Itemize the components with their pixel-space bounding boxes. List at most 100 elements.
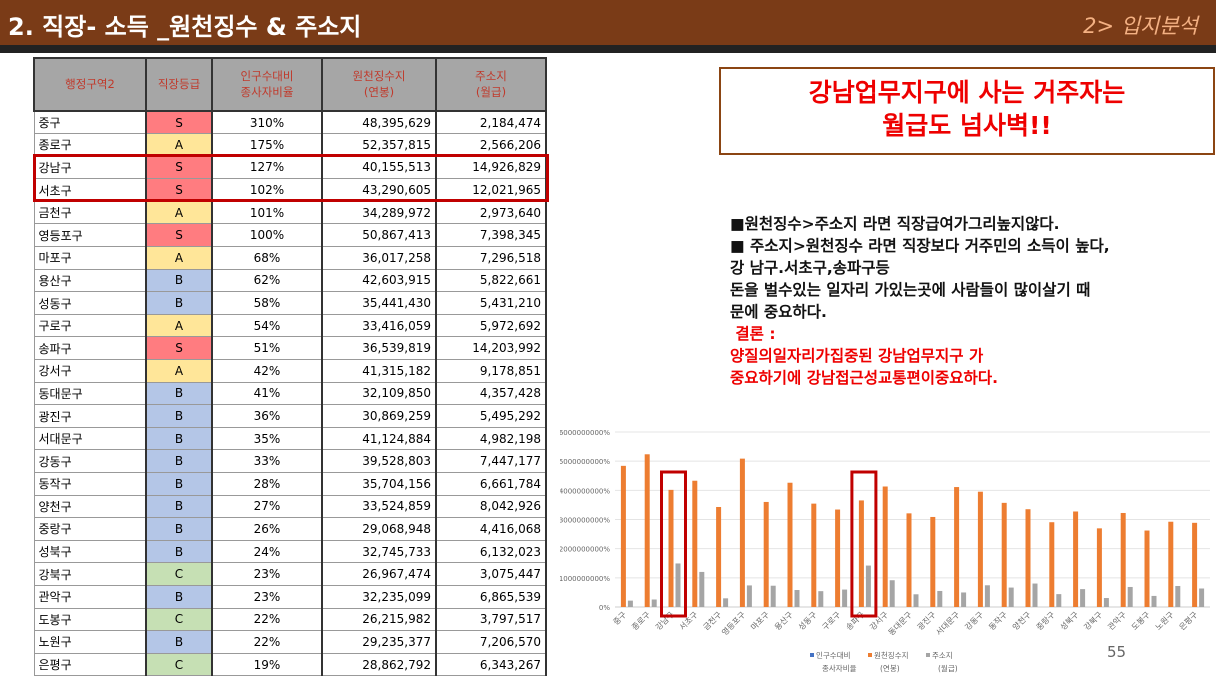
note-line: ■ 주소지>원천징수 라면 직장보다 거주민의 소득이 높다,	[730, 237, 1110, 255]
grade-cell: B	[145, 517, 213, 541]
grade-cell: B	[145, 291, 213, 315]
bar-address	[1175, 585, 1181, 607]
x-tick-label: 서대문구	[934, 610, 961, 637]
table-row: 동작구 B 28% 35,704,156 6,661,784	[33, 472, 547, 496]
bar-withholding	[858, 500, 864, 607]
note-line: 문에 중요하다.	[730, 303, 827, 321]
ratio-cell: 26%	[211, 517, 323, 541]
header-divider	[0, 45, 1216, 53]
x-tick-label: 구로구	[821, 610, 843, 632]
bar-address	[818, 591, 824, 607]
ratio-cell: 22%	[211, 607, 323, 632]
ratio-cell: 41%	[211, 381, 323, 406]
grade-cell: A	[145, 133, 213, 157]
callout-line-2: 월급도 넘사벽!!	[882, 110, 1052, 140]
x-tick-label: 중구	[612, 610, 629, 627]
table-row: 광진구 B 36% 30,869,259 5,495,292	[33, 404, 547, 428]
address-cell: 2,566,206	[435, 133, 547, 157]
x-tick-label: 도봉구	[1130, 610, 1152, 632]
district-cell: 중구	[33, 110, 147, 135]
x-tick-label: 동대문구	[887, 610, 914, 637]
bar-address	[794, 590, 800, 607]
bar-address	[889, 580, 895, 607]
x-tick-label: 종로구	[630, 610, 652, 632]
bar-address	[1008, 587, 1014, 607]
table-row: 구로구 A 54% 33,416,059 5,972,692	[33, 313, 547, 338]
address-cell: 8,042,926	[435, 494, 547, 519]
bar-withholding	[620, 465, 626, 607]
address-cell: 5,822,661	[435, 268, 547, 293]
bar-withholding	[906, 513, 912, 607]
address-cell: 7,296,518	[435, 246, 547, 270]
table-row: 서대문구 B 35% 41,124,884 4,982,198	[33, 426, 547, 451]
withholding-cell: 34,289,972	[321, 200, 437, 225]
bar-withholding	[668, 489, 674, 607]
bar-withholding	[1073, 511, 1079, 607]
district-cell: 동작구	[33, 472, 147, 496]
address-cell: 6,132,023	[435, 539, 547, 564]
withholding-cell: 26,215,982	[321, 607, 437, 632]
table-row: 마포구 A 68% 36,017,258 7,296,518	[33, 246, 547, 270]
withholding-cell: 35,704,156	[321, 472, 437, 496]
address-cell: 3,797,517	[435, 607, 547, 632]
table-row: 성북구 B 24% 32,745,733 6,132,023	[33, 539, 547, 564]
bar-address	[842, 589, 848, 607]
district-cell: 노원구	[33, 630, 147, 654]
bar-address	[937, 590, 943, 607]
x-tick-label: 강서구	[867, 609, 890, 632]
bar-address	[1199, 588, 1205, 607]
ratio-cell: 101%	[211, 200, 323, 225]
district-cell: 종로구	[33, 133, 147, 157]
address-cell: 3,075,447	[435, 562, 547, 586]
table-row: 중구 S 310% 48,395,629 2,184,474	[33, 110, 547, 135]
grade-cell: A	[145, 246, 213, 270]
address-cell: 5,431,210	[435, 291, 547, 315]
bar-withholding	[1049, 522, 1055, 607]
withholding-cell: 41,124,884	[321, 426, 437, 451]
bar-address	[1056, 594, 1062, 607]
bar-withholding	[954, 487, 960, 607]
y-tick-label: 6000000000%	[560, 429, 610, 437]
legend-swatch	[868, 653, 872, 657]
header-bar: 2. 직장- 소득 _원천징수 & 주소지 2> 입지분석	[0, 0, 1216, 45]
x-tick-label: 마포구	[749, 610, 771, 632]
district-cell: 성북구	[33, 539, 147, 564]
bar-address	[1080, 589, 1086, 607]
bar-withholding	[1120, 512, 1126, 607]
legend-label: (연봉)	[880, 664, 900, 673]
y-tick-label: 3000000000%	[560, 517, 610, 525]
bar-withholding	[1144, 530, 1150, 607]
district-cell: 중랑구	[33, 517, 147, 541]
district-cell: 마포구	[33, 246, 147, 270]
bar-withholding	[763, 501, 769, 607]
bar-withholding	[882, 486, 888, 607]
table-row: 강서구 A 42% 41,315,182 9,178,851	[33, 359, 547, 383]
column-header: 행정구역2	[33, 57, 147, 112]
highlight-box-gangnam-seocho	[33, 154, 549, 202]
grade-cell: S	[145, 110, 213, 135]
bar-withholding	[787, 482, 793, 607]
bar-withholding	[692, 480, 698, 607]
bar-address	[984, 585, 990, 607]
legend-label: 주소지	[932, 651, 953, 660]
callout-line-1: 강남업무지구에 사는 거주자는	[808, 78, 1126, 107]
table-row: 송파구 S 51% 36,539,819 14,203,992	[33, 336, 547, 361]
bar-address	[651, 599, 657, 607]
withholding-cell: 29,235,377	[321, 630, 437, 654]
table-row: 은평구 C 19% 28,862,792 6,343,267	[33, 652, 547, 677]
district-cell: 서대문구	[33, 426, 147, 451]
ratio-cell: 27%	[211, 494, 323, 519]
district-cell: 도봉구	[33, 607, 147, 632]
y-tick-label: 2000000000%	[560, 546, 610, 554]
x-tick-label: 양천구	[1010, 609, 1033, 632]
grade-cell: B	[145, 404, 213, 428]
district-cell: 강북구	[33, 562, 147, 586]
table-row: 영등포구 S 100% 50,867,413 7,398,345	[33, 223, 547, 248]
grade-cell: B	[145, 494, 213, 519]
address-cell: 7,206,570	[435, 630, 547, 654]
grade-cell: B	[145, 584, 213, 609]
district-cell: 구로구	[33, 313, 147, 338]
x-tick-label: 노원구	[1154, 610, 1176, 632]
withholding-cell: 39,528,803	[321, 449, 437, 473]
y-tick-label: 0%	[599, 604, 610, 612]
